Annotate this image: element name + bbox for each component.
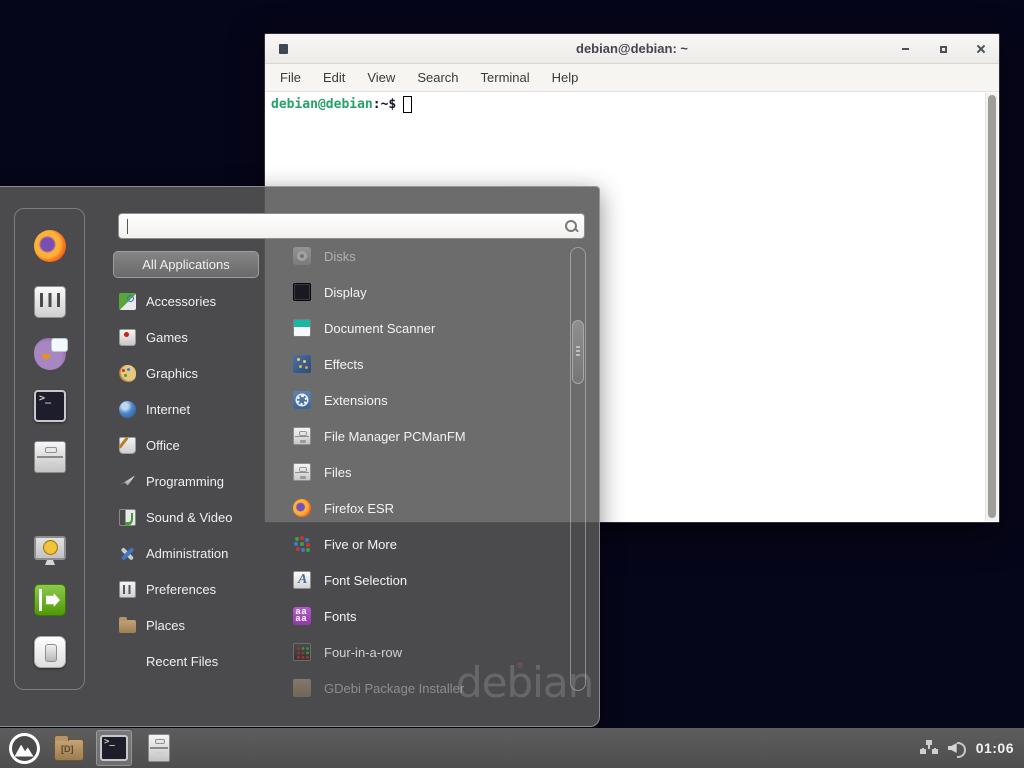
volume-icon[interactable]: [948, 740, 966, 756]
graphics-icon: [119, 365, 136, 382]
prompt-path: :~$: [373, 97, 396, 112]
terminal-cursor: [403, 96, 412, 113]
programming-icon: [119, 473, 136, 490]
app-item-extensions[interactable]: Extensions: [283, 382, 569, 418]
office-icon: [119, 437, 136, 454]
application-menu: All Applications Accessories Games Graph…: [0, 186, 600, 727]
network-icon[interactable]: [920, 740, 938, 756]
app-item-files[interactable]: Files: [283, 454, 569, 490]
administration-icon: [119, 545, 136, 562]
pcmanfm-icon: [293, 427, 311, 445]
app-item-four-in-a-row[interactable]: Four-in-a-row: [283, 634, 569, 670]
search-icon: [564, 219, 578, 233]
system-tray: 01:06: [920, 740, 1024, 756]
lock-screen-icon[interactable]: [34, 536, 66, 560]
app-item-effects[interactable]: Effects: [283, 346, 569, 382]
app-item-five-or-more[interactable]: Five or More: [283, 526, 569, 562]
menu-button[interactable]: [6, 730, 42, 766]
sound-video-icon: [119, 509, 136, 526]
shell-prompt: debian@debian:~$: [265, 92, 999, 117]
clock[interactable]: 01:06: [976, 740, 1014, 756]
terminal-scrollbar-thumb[interactable]: [988, 95, 996, 518]
app-item-font-selection[interactable]: Font Selection: [283, 562, 569, 598]
gdebi-icon: [293, 679, 311, 697]
category-programming[interactable]: Programming: [113, 463, 273, 499]
taskbar: 01:06: [0, 728, 1024, 768]
menu-logo-icon: [9, 733, 40, 764]
firefox-esr-icon: [293, 499, 311, 517]
effects-icon: [293, 355, 311, 373]
games-icon: [119, 329, 136, 346]
category-list: All Applications Accessories Games Graph…: [113, 247, 273, 679]
app-item-fonts[interactable]: Fonts: [283, 598, 569, 634]
favorites-panel: [14, 208, 85, 690]
places-icon: [119, 620, 136, 633]
category-preferences[interactable]: Preferences: [113, 571, 273, 607]
app-item-disks[interactable]: Disks: [283, 238, 569, 274]
category-places[interactable]: Places: [113, 607, 273, 643]
app-list-scrollbar[interactable]: [570, 247, 586, 691]
menu-view[interactable]: View: [364, 68, 398, 87]
file-manager-task-icon: [148, 734, 170, 762]
category-graphics[interactable]: Graphics: [113, 355, 273, 391]
maximize-button[interactable]: [935, 41, 951, 57]
files-icon: [293, 463, 311, 481]
app-item-gdebi-package-installer[interactable]: GDebi Package Installer: [283, 670, 569, 706]
desktop-folder-button[interactable]: [51, 730, 87, 766]
desktop: debian debian@debian: ~ File Edit View S…: [0, 0, 1024, 768]
preferences-icon: [119, 581, 136, 598]
fonts-icon: [293, 607, 311, 625]
scrollbar-grip: [576, 346, 580, 348]
category-administration[interactable]: Administration: [113, 535, 273, 571]
close-button[interactable]: [973, 41, 989, 57]
terminal-menubar: File Edit View Search Terminal Help: [265, 64, 999, 92]
application-list: Disks Display Document Scanner Effects E…: [283, 238, 569, 706]
terminal-scrollbar[interactable]: [985, 93, 998, 521]
five-or-more-icon: [293, 535, 311, 553]
accessories-icon: [119, 293, 136, 310]
logout-icon[interactable]: [34, 584, 66, 616]
taskbar-terminal-button[interactable]: [96, 730, 132, 766]
folder-icon: [54, 739, 84, 761]
app-item-display[interactable]: Display: [283, 274, 569, 310]
minimize-button[interactable]: [897, 41, 913, 57]
category-accessories[interactable]: Accessories: [113, 283, 273, 319]
terminal-titlebar[interactable]: debian@debian: ~: [265, 34, 999, 64]
prompt-user: debian@debian: [271, 97, 373, 112]
disks-icon: [293, 247, 311, 265]
search-input[interactable]: [128, 216, 564, 236]
app-list-scrollbar-thumb[interactable]: [572, 320, 584, 384]
firefox-icon[interactable]: [34, 230, 66, 262]
pidgin-icon[interactable]: [34, 338, 66, 370]
extensions-icon: [293, 391, 311, 409]
terminal-window-title: debian@debian: ~: [265, 41, 999, 56]
menu-search-bar[interactable]: [118, 213, 585, 239]
app-item-firefox-esr[interactable]: Firefox ESR: [283, 490, 569, 526]
terminal-task-icon: [100, 735, 128, 761]
internet-icon: [119, 401, 136, 418]
menu-search[interactable]: Search: [414, 68, 461, 87]
category-sound-video[interactable]: Sound & Video: [113, 499, 273, 535]
file-manager-icon[interactable]: [34, 441, 66, 473]
terminal-icon[interactable]: [34, 390, 66, 422]
shutdown-icon[interactable]: [34, 636, 66, 668]
category-all-applications[interactable]: All Applications: [113, 251, 259, 278]
category-office[interactable]: Office: [113, 427, 273, 463]
menu-terminal[interactable]: Terminal: [478, 68, 533, 87]
control-center-icon[interactable]: [34, 286, 66, 318]
category-internet[interactable]: Internet: [113, 391, 273, 427]
app-item-document-scanner[interactable]: Document Scanner: [283, 310, 569, 346]
document-scanner-icon: [293, 319, 311, 337]
menu-edit[interactable]: Edit: [320, 68, 348, 87]
category-games[interactable]: Games: [113, 319, 273, 355]
taskbar-file-manager-button[interactable]: [141, 730, 177, 766]
font-selection-icon: [293, 571, 311, 589]
category-recent-files[interactable]: Recent Files: [113, 643, 273, 679]
menu-file[interactable]: File: [277, 68, 304, 87]
app-item-file-manager-pcmanfm[interactable]: File Manager PCManFM: [283, 418, 569, 454]
menu-help[interactable]: Help: [549, 68, 582, 87]
display-icon: [293, 283, 311, 301]
four-in-a-row-icon: [293, 643, 311, 661]
